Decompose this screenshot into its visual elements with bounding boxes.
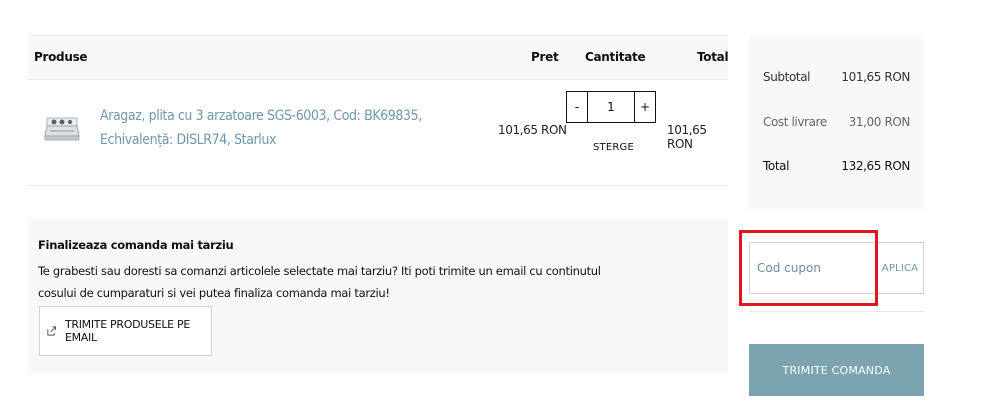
- subtotal-row: Subtotal 101,65 RON: [763, 70, 910, 84]
- email-products-button-label: TRIMITE PRODUSELE PE EMAIL: [64, 318, 191, 344]
- quantity-decrease-button[interactable]: -: [567, 92, 588, 122]
- header-quantity: Cantitate: [585, 50, 646, 64]
- save-for-later-title: Finalizeaza comanda mai tarziu: [38, 238, 234, 252]
- quantity-input[interactable]: [588, 92, 634, 122]
- email-products-button[interactable]: TRIMITE PRODUSELE PE EMAIL: [39, 306, 212, 356]
- summary-divider: [749, 311, 924, 312]
- subtotal-label: Subtotal: [763, 70, 811, 84]
- quantity-increase-button[interactable]: +: [634, 92, 655, 122]
- product-thumbnail[interactable]: [44, 112, 82, 146]
- quantity-stepper: - +: [566, 91, 656, 123]
- save-for-later-text: Te grabesti sau doresti sa comanzi artic…: [38, 264, 601, 300]
- share-icon: [47, 326, 57, 336]
- header-price: Pret: [531, 50, 559, 64]
- total-row: Total 132,65 RON: [763, 159, 910, 173]
- submit-order-button[interactable]: TRIMITE COMANDA: [749, 344, 924, 396]
- shipping-value: 31,00 RON: [848, 115, 911, 129]
- gas-stove-icon: [44, 117, 80, 141]
- cart-table-header: Produse Pret Cantitate Total: [28, 35, 729, 80]
- remove-item-link[interactable]: STERGE: [593, 142, 634, 153]
- shipping-label: Cost livrare: [763, 115, 827, 129]
- header-total: Total: [697, 50, 729, 64]
- apply-coupon-button[interactable]: APLICA: [876, 242, 924, 294]
- coupon-form: APLICA: [749, 242, 924, 294]
- cart-item-row: Aragaz, plita cu 3 arzatoare SGS-6003, C…: [28, 80, 728, 186]
- coupon-input[interactable]: [749, 242, 876, 294]
- save-for-later-panel: Finalizeaza comanda mai tarziu Te grabes…: [28, 218, 728, 374]
- product-unit-price: 101,65 RON: [498, 123, 567, 137]
- order-summary: Subtotal 101,65 RON Cost livrare 31,00 R…: [749, 35, 924, 209]
- total-value: 132,65 RON: [841, 159, 910, 173]
- product-name-link[interactable]: Aragaz, plita cu 3 arzatoare SGS-6003, C…: [100, 104, 490, 152]
- header-products: Produse: [34, 50, 88, 64]
- subtotal-value: 101,65 RON: [841, 70, 910, 84]
- shipping-row: Cost livrare 31,00 RON: [763, 115, 910, 129]
- total-label: Total: [763, 159, 790, 173]
- product-row-total: 101,65 RON: [667, 123, 707, 151]
